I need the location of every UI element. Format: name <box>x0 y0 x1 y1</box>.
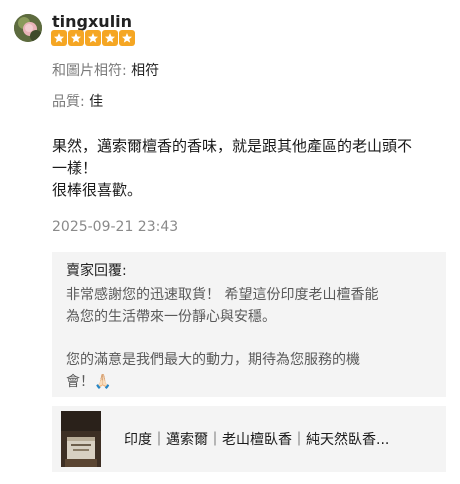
attribute-value: 相符 <box>131 63 160 79</box>
reply-line: 為您的生活帶來一份靜心與安穩。 <box>66 309 276 325</box>
seller-reply-text: 非常感謝您的迅速取貨！ 希望這份印度老山檀香能 為您的生活帶來一份靜心與安穩。 … <box>66 284 432 393</box>
review-line: 果然，邁索爾檀香的香味，就是跟其他產區的老山頭不 <box>52 137 413 155</box>
product-card[interactable]: 印度｜邁索爾｜老山檀臥香｜純天然臥香... <box>52 406 446 472</box>
avatar[interactable] <box>14 14 42 42</box>
reply-line: 您的滿意是我們最大的動力，期待為您服務的機 <box>66 352 360 368</box>
attribute-match: 和圖片相符: 相符 <box>52 60 159 80</box>
review-date: 2025-09-21 23:43 <box>52 219 179 235</box>
review-line: 很棒很喜歡。 <box>52 181 143 199</box>
review-text: 果然，邁索爾檀香的香味，就是跟其他產區的老山頭不 一樣！ 很棒很喜歡。 <box>52 135 448 201</box>
reply-line: 非常感謝您的迅速取貨！ 希望這份印度老山檀香能 <box>66 287 379 303</box>
attribute-label: 品質: <box>52 94 85 110</box>
star-icon <box>68 30 84 46</box>
avatar-image <box>14 14 42 42</box>
review-line: 一樣！ <box>52 159 98 177</box>
star-icon <box>119 30 135 46</box>
product-thumbnail[interactable] <box>61 411 101 467</box>
product-image <box>61 411 101 467</box>
attribute-label: 和圖片相符: <box>52 63 127 79</box>
attribute-value: 佳 <box>89 94 104 110</box>
seller-reply: 賣家回覆: 非常感謝您的迅速取貨！ 希望這份印度老山檀香能 為您的生活帶來一份靜… <box>52 252 446 397</box>
star-rating <box>51 30 135 46</box>
star-icon <box>51 30 67 46</box>
product-title[interactable]: 印度｜邁索爾｜老山檀臥香｜純天然臥香... <box>124 429 434 449</box>
star-icon <box>85 30 101 46</box>
seller-reply-title: 賣家回覆: <box>66 263 127 279</box>
attribute-quality: 品質: 佳 <box>52 91 103 111</box>
reviewer-username[interactable]: tingxulin <box>52 12 132 31</box>
star-icon <box>102 30 118 46</box>
reply-line: 會！🙏🏻 <box>66 374 112 390</box>
